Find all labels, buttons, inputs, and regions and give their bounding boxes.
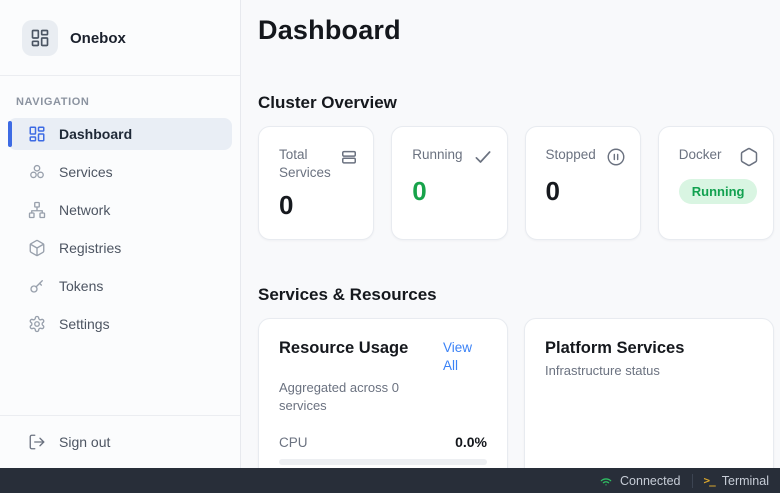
sidebar: Onebox NAVIGATION Dashboard: [0, 0, 241, 468]
resource-usage-subtitle: Aggregated across 0 services: [279, 379, 429, 414]
cpu-value: 0.0%: [455, 434, 487, 450]
layout-dashboard-icon: [28, 125, 46, 143]
platform-services-card: Platform Services Infrastructure status: [524, 318, 774, 468]
stat-card-stopped: Stopped 0: [525, 126, 641, 240]
sidebar-item-label: Services: [59, 164, 113, 180]
status-bar: Connected >_ Terminal: [0, 468, 780, 493]
stat-card-total-services: Total Services 0: [258, 126, 374, 240]
connection-status: Connected: [599, 474, 680, 488]
stat-label: Docker: [679, 146, 722, 167]
cluster-icon: [28, 163, 46, 181]
panels-row: Resource Usage View All Aggregated acros…: [258, 318, 774, 468]
sidebar-item-label: Settings: [59, 316, 110, 332]
terminal-label: Terminal: [722, 474, 769, 488]
app-window: Onebox NAVIGATION Dashboard: [0, 0, 780, 468]
stat-cards-row: Total Services 0 Running: [258, 126, 774, 240]
stat-card-running: Running 0: [391, 126, 507, 240]
check-icon: [473, 147, 493, 167]
server-stack-icon: [339, 147, 359, 167]
sign-out-button[interactable]: Sign out: [28, 433, 224, 451]
sidebar-item-tokens[interactable]: Tokens: [8, 270, 232, 302]
key-icon: [28, 277, 46, 295]
sidebar-item-label: Registries: [59, 240, 121, 256]
sidebar-item-dashboard[interactable]: Dashboard: [8, 118, 232, 150]
stat-value: 0: [546, 176, 626, 207]
stat-label: Total Services: [279, 146, 333, 181]
resource-usage-title: Resource Usage: [279, 339, 443, 375]
sidebar-item-settings[interactable]: Settings: [8, 308, 232, 340]
connection-status-label: Connected: [620, 474, 680, 488]
sidebar-item-label: Dashboard: [59, 126, 132, 142]
platform-services-subtitle: Infrastructure status: [545, 362, 695, 380]
wifi-icon: [599, 474, 613, 488]
sign-out-label: Sign out: [59, 434, 110, 450]
nav-section-label: NAVIGATION: [16, 96, 224, 108]
brand-header: Onebox: [0, 0, 240, 76]
terminal-prompt-icon: >_: [704, 474, 715, 487]
sidebar-item-network[interactable]: Network: [8, 194, 232, 226]
network-icon: [28, 201, 46, 219]
sidebar-nav: NAVIGATION Dashboard Services: [0, 76, 240, 346]
sidebar-item-label: Tokens: [59, 278, 103, 294]
stat-value: 0: [279, 190, 359, 221]
main-content: Dashboard Cluster Overview Total Service…: [241, 0, 780, 468]
sidebar-spacer: [0, 346, 240, 415]
terminal-button[interactable]: >_ Terminal: [704, 474, 770, 488]
stat-label: Running: [412, 146, 462, 167]
brand-name: Onebox: [70, 30, 126, 47]
sidebar-item-services[interactable]: Services: [8, 156, 232, 188]
sidebar-item-registries[interactable]: Registries: [8, 232, 232, 264]
stat-label: Stopped: [546, 146, 596, 167]
onebox-logo-icon: [22, 20, 58, 56]
hexagon-icon: [739, 147, 759, 167]
gear-icon: [28, 315, 46, 333]
cpu-metric-row: CPU 0.0%: [279, 434, 487, 450]
package-icon: [28, 239, 46, 257]
stat-card-docker: Docker Running: [658, 126, 774, 240]
platform-services-title: Platform Services: [545, 339, 753, 358]
status-separator: [692, 474, 693, 488]
log-out-icon: [28, 433, 46, 451]
cluster-overview-heading: Cluster Overview: [258, 93, 764, 113]
docker-status-badge: Running: [679, 179, 758, 204]
pause-circle-icon: [606, 147, 626, 167]
view-all-link[interactable]: View All: [443, 339, 487, 375]
sidebar-footer: Sign out: [0, 415, 240, 468]
resource-usage-card: Resource Usage View All Aggregated acros…: [258, 318, 508, 468]
sidebar-item-label: Network: [59, 202, 110, 218]
page-title: Dashboard: [258, 15, 764, 46]
cpu-progress-bar: [279, 459, 487, 465]
stat-value: 0: [412, 176, 492, 207]
services-resources-heading: Services & Resources: [258, 285, 764, 305]
cpu-label: CPU: [279, 435, 308, 450]
